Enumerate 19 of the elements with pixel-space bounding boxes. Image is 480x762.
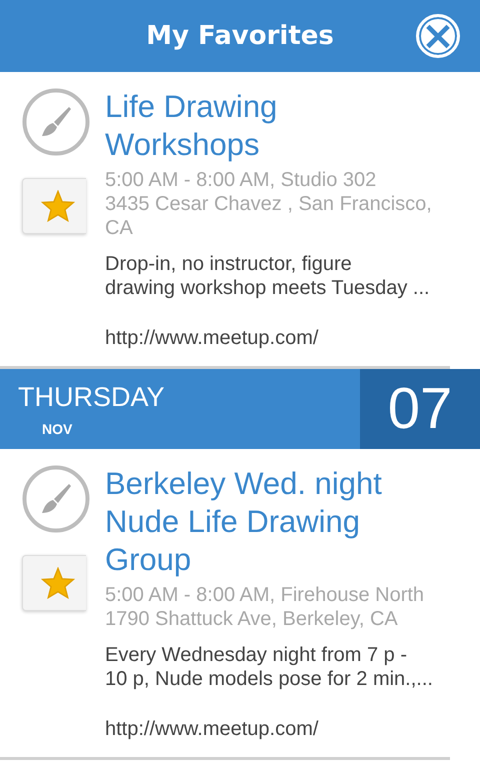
favorite-button[interactable] bbox=[22, 555, 86, 611]
day-number: 07 bbox=[388, 377, 452, 441]
close-button[interactable]: × bbox=[416, 14, 460, 58]
paintbrush-icon bbox=[22, 465, 90, 533]
event-details: 5:00 AM - 8:00 AM, Firehouse North 1790 Shattuck Ave, Berkeley, CA bbox=[105, 583, 426, 631]
paintbrush-icon bbox=[22, 88, 90, 156]
event-description: Drop-in, no instructor, figure drawing workshop meets Tuesday ... bbox=[105, 252, 431, 300]
event-link[interactable]: http://www.meetup.com/ bbox=[105, 717, 450, 741]
weekday-label: THURSDAY bbox=[18, 381, 165, 413]
favorite-button[interactable] bbox=[22, 178, 86, 234]
event-title[interactable]: Life Drawing Workshops bbox=[105, 88, 450, 164]
page-title: My Favorites bbox=[146, 21, 334, 51]
event-description: Every Wednesday night from 7 p - 10 p, Nude models pose for 2 min.,... bbox=[105, 643, 434, 691]
month-label: NOV bbox=[42, 421, 72, 437]
event-link[interactable]: http://www.meetup.com/ bbox=[105, 326, 450, 350]
event-details: 5:00 AM - 8:00 AM, Studio 302 3435 Cesar Chavez , San Francisco, CA bbox=[105, 168, 433, 240]
star-icon bbox=[40, 190, 74, 222]
event-title[interactable]: Berkeley Wed. night Nude Life Drawing Group bbox=[105, 465, 450, 579]
star-icon bbox=[40, 567, 74, 599]
